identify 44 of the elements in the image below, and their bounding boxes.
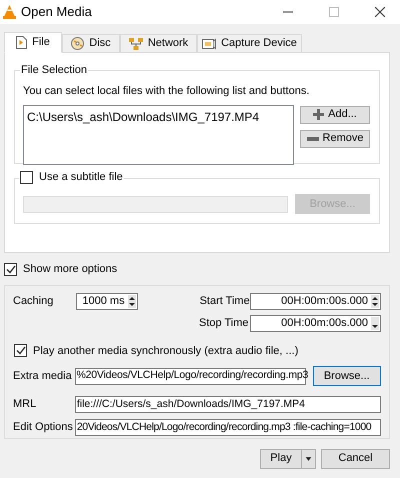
add-button[interactable]: Add... <box>300 106 370 124</box>
close-icon[interactable] <box>375 7 385 17</box>
play-split-button[interactable]: Play <box>260 448 316 468</box>
capture-device-icon <box>202 38 216 50</box>
file-list[interactable]: C:\Users\s_ash\Downloads\IMG_7197.MP4 <box>23 104 294 164</box>
start-time-label: Start Time <box>200 294 250 309</box>
checkbox-label: Play another media synchronously (extra audio file, ...) <box>33 344 298 358</box>
tab[interactable]: Disc <box>62 34 120 52</box>
network-icon <box>128 38 143 50</box>
window-title: Open Media <box>21 3 92 22</box>
tab[interactable]: Capture Device <box>197 34 302 52</box>
stop-time-label: Stop Time <box>199 316 250 331</box>
browse-button[interactable]: Browse... <box>312 366 381 386</box>
spin-arrows-icon[interactable] <box>371 316 379 330</box>
caching-label: Caching <box>13 294 54 309</box>
tab[interactable]: Network <box>120 34 197 52</box>
plus-icon <box>313 109 324 120</box>
edit-options-label: Edit Options <box>13 420 74 436</box>
checkbox-label: Use a subtitle file <box>39 170 123 186</box>
stop-time-spinbox[interactable]: 00H:00m:00s.000 <box>250 314 381 332</box>
play-button[interactable]: Play <box>261 450 301 468</box>
subtitle-path-field[interactable] <box>23 196 288 213</box>
hint-text: You can select local files with the following list and buttons. <box>23 84 310 99</box>
sync-checkbox[interactable] <box>14 344 27 358</box>
subtitle-checkbox[interactable] <box>20 171 33 184</box>
file-icon <box>16 36 28 49</box>
app-logo-icon <box>3 5 16 19</box>
spin-arrows-icon[interactable] <box>128 294 136 308</box>
remove-button[interactable]: Remove <box>300 130 370 148</box>
extra-media-label: Extra media <box>13 368 73 384</box>
start-time-spinbox[interactable]: 00H:00m:00s.000 <box>250 292 381 310</box>
spin-arrows-icon[interactable] <box>371 294 379 308</box>
file-list-item[interactable]: C:\Users\s_ash\Downloads\IMG_7197.MP4 <box>27 108 290 126</box>
edit-options-field[interactable]: 20Videos/VLCHelp/Logo/recording/recording.mp3 :file-caching=1000 <box>74 419 381 436</box>
cancel-button[interactable]: Cancel <box>321 448 390 468</box>
mrl-label: MRL <box>13 397 38 412</box>
extra-media-field[interactable]: %20Videos/VLCHelp/Logo/recording/recording.mp3 <box>74 368 306 384</box>
minus-icon <box>306 136 319 140</box>
disc-icon <box>71 37 84 50</box>
show-more-options-checkbox[interactable] <box>4 262 17 276</box>
checkbox-label: Show more options <box>23 262 118 277</box>
caching-spinbox[interactable]: 1000 ms <box>76 292 138 310</box>
mrl-field[interactable]: file:///C:/Users/s_ash/Downloads/IMG_7197.MP4 <box>74 396 381 413</box>
tab[interactable]: File <box>4 32 62 53</box>
